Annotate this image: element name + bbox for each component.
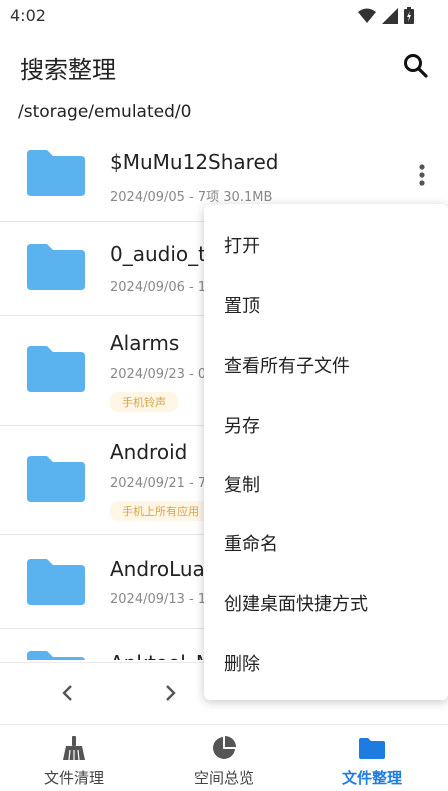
bottom-navigation: 文件清理 空间总览 文件整理 bbox=[0, 724, 448, 791]
chevron-right-icon[interactable] bbox=[160, 683, 180, 703]
menu-item-delete[interactable]: 删除 bbox=[224, 650, 260, 676]
file-meta: 2024/09/06 - 1 bbox=[110, 280, 207, 295]
file-name: AndroLua bbox=[110, 557, 205, 581]
menu-item-create-shortcut[interactable]: 创建桌面快捷方式 bbox=[224, 590, 368, 616]
chevron-left-icon[interactable] bbox=[58, 683, 78, 703]
menu-item-rename[interactable]: 重命名 bbox=[224, 530, 278, 556]
status-bar: 4:02 bbox=[0, 0, 448, 30]
nav-label: 空间总览 bbox=[193, 769, 254, 787]
menu-item-open[interactable]: 打开 bbox=[224, 232, 260, 258]
folder-icon bbox=[27, 651, 85, 660]
folder-icon bbox=[27, 346, 85, 392]
folder-icon bbox=[27, 244, 85, 290]
app-bar: 搜索整理 bbox=[0, 38, 448, 94]
folder-icon bbox=[27, 456, 85, 502]
file-meta: 2024/09/05 - 7项 30.1MB bbox=[110, 190, 273, 205]
page-title: 搜索整理 bbox=[20, 56, 116, 84]
file-meta: 2024/09/13 - 1 bbox=[110, 592, 207, 607]
file-name: 0_audio_t bbox=[110, 242, 206, 266]
battery-icon bbox=[404, 7, 414, 24]
nav-file-clean[interactable]: 文件清理 bbox=[14, 735, 134, 788]
folder-icon bbox=[359, 738, 385, 759]
folder-icon bbox=[27, 150, 85, 196]
menu-item-save-as[interactable]: 另存 bbox=[224, 412, 260, 438]
file-meta: 2024/09/21 - 7 bbox=[110, 476, 207, 491]
status-time: 4:02 bbox=[10, 6, 46, 25]
pie-chart-icon bbox=[213, 736, 236, 759]
current-path: /storage/emulated/0 bbox=[18, 102, 192, 122]
nav-space-overview[interactable]: 空间总览 bbox=[164, 735, 284, 788]
file-name: Apktool_M bbox=[110, 651, 213, 660]
file-tag: 手机上所有应用 bbox=[110, 501, 211, 521]
menu-item-copy[interactable]: 复制 bbox=[224, 471, 260, 497]
context-menu: 打开 置顶 查看所有子文件 另存 复制 重命名 创建桌面快捷方式 删除 bbox=[204, 204, 448, 700]
file-name: Alarms bbox=[110, 331, 180, 355]
nav-label: 文件整理 bbox=[341, 769, 402, 787]
nav-file-organize[interactable]: 文件整理 bbox=[312, 735, 432, 788]
broom-icon bbox=[63, 736, 85, 761]
nav-label: 文件清理 bbox=[43, 769, 104, 787]
more-vert-icon[interactable] bbox=[418, 163, 426, 187]
status-icons bbox=[358, 7, 414, 24]
signal-icon bbox=[382, 7, 398, 24]
menu-item-pin[interactable]: 置顶 bbox=[224, 292, 260, 318]
file-meta: 2024/09/23 - 0 bbox=[110, 367, 207, 382]
file-name: Android bbox=[110, 440, 188, 464]
menu-item-view-subfiles[interactable]: 查看所有子文件 bbox=[224, 352, 350, 378]
folder-icon bbox=[27, 559, 85, 605]
search-icon[interactable] bbox=[402, 52, 430, 80]
wifi-icon bbox=[358, 8, 376, 23]
file-tag: 手机铃声 bbox=[110, 392, 178, 412]
file-name: $MuMu12Shared bbox=[110, 150, 279, 174]
